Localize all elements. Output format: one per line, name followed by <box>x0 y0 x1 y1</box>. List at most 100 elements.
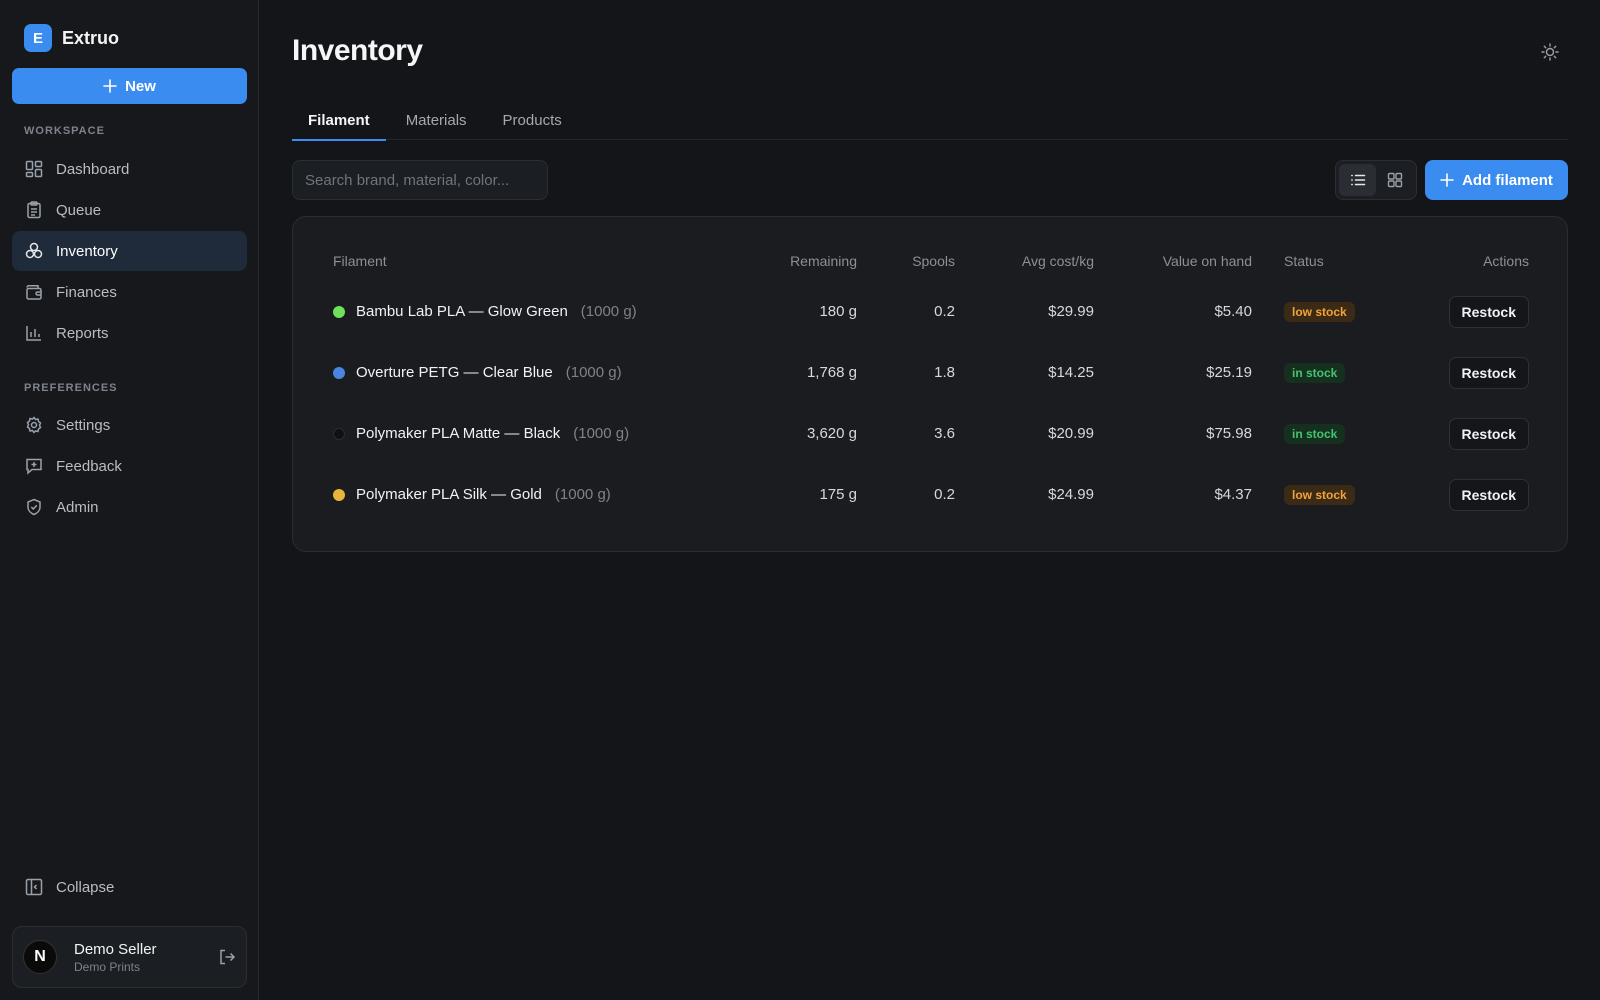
inventory-tabs: Filament Materials Products <box>292 100 1568 141</box>
new-button-label: New <box>125 77 156 95</box>
actions-cell: Restock <box>1398 342 1545 403</box>
filament-cell: Polymaker PLA Matte — Black (1000 g) <box>317 403 747 464</box>
avg-cost-cell: $14.25 <box>1048 364 1094 381</box>
column-header-status[interactable]: Status <box>1268 241 1398 281</box>
spools-cell: 1.8 <box>934 364 955 381</box>
status-badge: low stock <box>1284 484 1355 505</box>
search-input[interactable] <box>292 160 548 200</box>
gear-icon <box>24 415 44 435</box>
spool-size: (1000 g) <box>565 364 622 381</box>
status-cell: in stock <box>1268 342 1398 403</box>
filament-cell: Polymaker PLA Silk — Gold (1000 g) <box>317 464 747 525</box>
table-header-row: Filament Remaining Spools Avg cost/kg Va… <box>317 241 1545 281</box>
sidebar-item-inventory[interactable]: Inventory <box>12 231 247 271</box>
bar-chart-icon <box>24 323 44 343</box>
sidebar-item-label: Queue <box>56 201 102 219</box>
value-cell: $4.37 <box>1214 486 1252 503</box>
sidebar-item-dashboard[interactable]: Dashboard <box>12 149 247 189</box>
avg-cost-cell: $24.99 <box>1048 486 1094 503</box>
color-swatch <box>333 366 345 379</box>
grid-view-button[interactable] <box>1376 164 1413 196</box>
main-content: Inventory Filament Materials Products Ad… <box>260 0 1600 1000</box>
column-header-value[interactable]: Value on hand <box>1110 241 1268 281</box>
grid-icon <box>1387 172 1403 188</box>
status-cell: in stock <box>1268 403 1398 464</box>
list-view-button[interactable] <box>1339 164 1376 196</box>
filament-cell: Overture PETG — Clear Blue (1000 g) <box>317 342 747 403</box>
filament-cell: Bambu Lab PLA — Glow Green (1000 g) <box>317 281 747 342</box>
status-badge: low stock <box>1284 301 1355 322</box>
sidebar: E Extruo New WORKSPACE Dashboard Queue I… <box>0 0 259 1000</box>
sidebar-item-label: Settings <box>56 416 111 434</box>
avatar: N <box>23 940 57 974</box>
new-button[interactable]: New <box>12 68 247 104</box>
spool-size: (1000 g) <box>580 303 637 320</box>
restock-button[interactable]: Restock <box>1448 295 1529 328</box>
sidebar-item-label: Reports <box>56 324 109 342</box>
spools-cell: 3.6 <box>934 425 955 442</box>
color-swatch <box>333 488 345 501</box>
sidebar-item-settings[interactable]: Settings <box>12 405 247 445</box>
tab-materials[interactable]: Materials <box>390 100 483 140</box>
logout-icon[interactable] <box>218 948 236 966</box>
avg-cost-cell: $29.99 <box>1048 303 1094 320</box>
spools-cell: 0.2 <box>934 303 955 320</box>
sidebar-item-finances[interactable]: Finances <box>12 272 247 312</box>
column-header-avg-cost[interactable]: Avg cost/kg <box>971 241 1110 281</box>
sidebar-item-admin[interactable]: Admin <box>12 487 247 527</box>
table-row[interactable]: Overture PETG — Clear Blue (1000 g) 1,76… <box>317 342 1545 403</box>
column-header-actions: Actions <box>1483 253 1529 269</box>
status-cell: low stock <box>1268 281 1398 342</box>
filament-name: Polymaker PLA Matte — Black <box>356 425 561 442</box>
workspace-section-label: WORKSPACE <box>24 125 105 137</box>
sidebar-item-reports[interactable]: Reports <box>12 313 247 353</box>
sidebar-item-feedback[interactable]: Feedback <box>12 446 247 486</box>
filament-name: Overture PETG — Clear Blue <box>356 364 553 381</box>
add-filament-button[interactable]: Add filament <box>1425 160 1568 200</box>
restock-button[interactable]: Restock <box>1448 356 1529 389</box>
actions-cell: Restock <box>1398 403 1545 464</box>
dashboard-icon <box>24 159 44 179</box>
brand-logo: E <box>24 24 52 52</box>
sidebar-item-label: Dashboard <box>56 160 130 178</box>
restock-button[interactable]: Restock <box>1448 478 1529 511</box>
sun-icon[interactable] <box>1540 42 1560 62</box>
filament-table: Filament Remaining Spools Avg cost/kg Va… <box>317 241 1545 525</box>
value-cell: $75.98 <box>1206 425 1252 442</box>
avg-cost-cell: $20.99 <box>1048 425 1094 442</box>
brand-name: Extruo <box>62 27 120 48</box>
table-row[interactable]: Polymaker PLA Silk — Gold (1000 g) 175 g… <box>317 464 1545 525</box>
restock-button[interactable]: Restock <box>1448 417 1529 450</box>
sidebar-item-label: Finances <box>56 283 117 301</box>
status-badge: in stock <box>1284 362 1346 383</box>
remaining-cell: 175 g <box>819 486 857 503</box>
table-row[interactable]: Bambu Lab PLA — Glow Green (1000 g) 180 … <box>317 281 1545 342</box>
filament-table-card: Filament Remaining Spools Avg cost/kg Va… <box>292 216 1568 552</box>
user-name: Demo Seller <box>74 940 157 958</box>
value-cell: $5.40 <box>1214 303 1252 320</box>
plus-icon <box>1440 173 1454 187</box>
table-row[interactable]: Polymaker PLA Matte — Black (1000 g) 3,6… <box>317 403 1545 464</box>
clipboard-icon <box>24 200 44 220</box>
sidebar-item-label: Admin <box>56 498 99 516</box>
collapse-label: Collapse <box>56 878 115 896</box>
view-mode-toggle <box>1335 160 1417 200</box>
actions-cell: Restock <box>1398 464 1545 525</box>
sidebar-collapse-icon <box>24 877 44 897</box>
remaining-cell: 180 g <box>819 303 857 320</box>
user-card[interactable]: N Demo Seller Demo Prints <box>12 926 247 988</box>
column-header-remaining[interactable]: Remaining <box>747 241 873 281</box>
column-header-spools[interactable]: Spools <box>873 241 971 281</box>
plus-icon <box>103 79 117 93</box>
brand[interactable]: E Extruo <box>24 24 119 52</box>
user-org: Demo Prints <box>74 959 141 974</box>
add-filament-label: Add filament <box>1462 171 1553 189</box>
collapse-button[interactable]: Collapse <box>12 867 247 907</box>
sidebar-item-label: Inventory <box>56 242 118 260</box>
sidebar-item-queue[interactable]: Queue <box>12 190 247 230</box>
tab-filament[interactable]: Filament <box>292 100 386 141</box>
color-swatch <box>333 427 345 440</box>
tab-products[interactable]: Products <box>487 100 578 140</box>
spools-cell: 0.2 <box>934 486 955 503</box>
column-header-filament[interactable]: Filament <box>317 241 747 281</box>
